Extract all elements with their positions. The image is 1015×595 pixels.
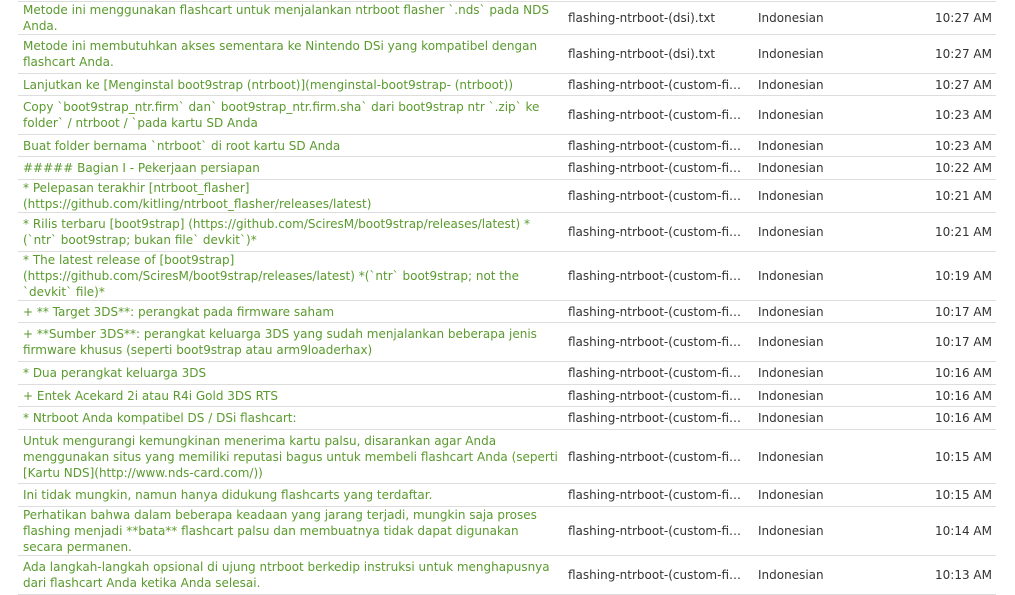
file-name: flashing-ntrboot-(custom-firmwa... bbox=[563, 361, 748, 385]
language-name: Indonesian bbox=[748, 555, 906, 595]
timestamp: 10:13 AM bbox=[906, 555, 996, 595]
table-row[interactable]: * Ntrboot Anda kompatibel DS / DSi flash… bbox=[18, 406, 996, 430]
string-text-link[interactable]: Metode ini membutuhkan akses sementara k… bbox=[18, 34, 563, 74]
string-text-link[interactable]: * The latest release of [boot9strap](htt… bbox=[18, 251, 563, 301]
language-name: Indonesian bbox=[748, 506, 906, 556]
string-text-link[interactable]: Metode ini menggunakan flashcart untuk m… bbox=[18, 1, 563, 35]
timestamp: 10:16 AM bbox=[906, 384, 996, 407]
file-name: flashing-ntrboot-(custom-firmwa... bbox=[563, 251, 748, 301]
language-name: Indonesian bbox=[748, 1, 906, 35]
file-name: flashing-ntrboot-(custom-firmwa... bbox=[563, 322, 748, 362]
file-name: flashing-ntrboot-(dsi).txt bbox=[563, 34, 748, 74]
string-text-link[interactable]: Copy `boot9strap_ntr.firm` dan` boot9str… bbox=[18, 95, 563, 135]
string-text-link[interactable]: ##### Bagian I - Pekerjaan persiapan bbox=[18, 156, 563, 180]
timestamp: 10:27 AM bbox=[906, 73, 996, 96]
language-name: Indonesian bbox=[748, 34, 906, 74]
timestamp: 10:27 AM bbox=[906, 34, 996, 74]
timestamp: 10:14 AM bbox=[906, 506, 996, 556]
language-name: Indonesian bbox=[748, 179, 906, 213]
string-text-link[interactable]: * Dua perangkat keluarga 3DS bbox=[18, 361, 563, 385]
table-row[interactable]: Metode ini menggunakan flashcart untuk m… bbox=[18, 1, 996, 35]
language-name: Indonesian bbox=[748, 95, 906, 135]
file-name: flashing-ntrboot-(custom-firmwa... bbox=[563, 406, 748, 430]
table-row[interactable]: + **Sumber 3DS**: perangkat keluarga 3DS… bbox=[18, 322, 996, 362]
table-row[interactable]: Untuk mengurangi kemungkinan menerima ka… bbox=[18, 429, 996, 484]
language-name: Indonesian bbox=[748, 212, 906, 252]
table-row[interactable]: Copy `boot9strap_ntr.firm` dan` boot9str… bbox=[18, 95, 996, 135]
file-name: flashing-ntrboot-(custom-firmwa... bbox=[563, 134, 748, 157]
activity-table-body: Metode ini menggunakan flashcart untuk m… bbox=[18, 1, 996, 595]
string-text-link[interactable]: + Entek Acekard 2i atau R4i Gold 3DS RTS bbox=[18, 384, 563, 407]
timestamp: 10:17 AM bbox=[906, 300, 996, 323]
file-name: flashing-ntrboot-(custom-firmwa... bbox=[563, 156, 748, 180]
string-text-link[interactable]: Perhatikan bahwa dalam beberapa keadaan … bbox=[18, 506, 563, 556]
language-name: Indonesian bbox=[748, 429, 906, 484]
table-row[interactable]: Lanjutkan ke [Menginstal boot9strap (ntr… bbox=[18, 73, 996, 96]
timestamp: 10:15 AM bbox=[906, 483, 996, 507]
language-name: Indonesian bbox=[748, 156, 906, 180]
language-name: Indonesian bbox=[748, 406, 906, 430]
file-name: flashing-ntrboot-(custom-firmwa... bbox=[563, 506, 748, 556]
language-name: Indonesian bbox=[748, 384, 906, 407]
table-row[interactable]: * Pelepasan terakhir [ntrboot_flasher] (… bbox=[18, 179, 996, 213]
table-row[interactable]: Ada langkah-langkah opsional di ujung nt… bbox=[18, 555, 996, 595]
timestamp: 10:16 AM bbox=[906, 361, 996, 385]
table-row[interactable]: Perhatikan bahwa dalam beberapa keadaan … bbox=[18, 506, 996, 556]
string-text-link[interactable]: * Ntrboot Anda kompatibel DS / DSi flash… bbox=[18, 406, 563, 430]
language-name: Indonesian bbox=[748, 361, 906, 385]
file-name: flashing-ntrboot-(custom-firmwa... bbox=[563, 429, 748, 484]
language-name: Indonesian bbox=[748, 251, 906, 301]
timestamp: 10:27 AM bbox=[906, 1, 996, 35]
string-text-link[interactable]: Ada langkah-langkah opsional di ujung nt… bbox=[18, 555, 563, 595]
table-row[interactable]: Ini tidak mungkin, namun hanya didukung … bbox=[18, 483, 996, 507]
language-name: Indonesian bbox=[748, 73, 906, 96]
file-name: flashing-ntrboot-(custom-firmwa... bbox=[563, 95, 748, 135]
timestamp: 10:21 AM bbox=[906, 212, 996, 252]
file-name: flashing-ntrboot-(dsi).txt bbox=[563, 1, 748, 35]
language-name: Indonesian bbox=[748, 300, 906, 323]
timestamp: 10:19 AM bbox=[906, 251, 996, 301]
string-text-link[interactable]: * Pelepasan terakhir [ntrboot_flasher] (… bbox=[18, 179, 563, 213]
string-text-link[interactable]: Lanjutkan ke [Menginstal boot9strap (ntr… bbox=[18, 73, 563, 96]
table-row[interactable]: + Entek Acekard 2i atau R4i Gold 3DS RTS… bbox=[18, 384, 996, 407]
table-row[interactable]: + ** Target 3DS**: perangkat pada firmwa… bbox=[18, 300, 996, 323]
file-name: flashing-ntrboot-(custom-firmwa... bbox=[563, 212, 748, 252]
string-text-link[interactable]: Ini tidak mungkin, namun hanya didukung … bbox=[18, 483, 563, 507]
string-text-link[interactable]: * Rilis terbaru [boot9strap] (https://gi… bbox=[18, 212, 563, 252]
timestamp: 10:23 AM bbox=[906, 134, 996, 157]
language-name: Indonesian bbox=[748, 134, 906, 157]
timestamp: 10:23 AM bbox=[906, 95, 996, 135]
file-name: flashing-ntrboot-(custom-firmwa... bbox=[563, 300, 748, 323]
table-row[interactable]: ##### Bagian I - Pekerjaan persiapan flas… bbox=[18, 156, 996, 180]
file-name: flashing-ntrboot-(custom-firmwa... bbox=[563, 179, 748, 213]
table-row[interactable]: * Rilis terbaru [boot9strap] (https://gi… bbox=[18, 212, 996, 252]
file-name: flashing-ntrboot-(custom-firmwa... bbox=[563, 384, 748, 407]
language-name: Indonesian bbox=[748, 483, 906, 507]
table-row[interactable]: Metode ini membutuhkan akses sementara k… bbox=[18, 34, 996, 74]
activity-table: Metode ini menggunakan flashcart untuk m… bbox=[18, 1, 996, 595]
table-row[interactable]: * The latest release of [boot9strap](htt… bbox=[18, 251, 996, 301]
timestamp: 10:16 AM bbox=[906, 406, 996, 430]
file-name: flashing-ntrboot-(custom-firmwa... bbox=[563, 483, 748, 507]
string-text-link[interactable]: Untuk mengurangi kemungkinan menerima ka… bbox=[18, 429, 563, 484]
table-row[interactable]: * Dua perangkat keluarga 3DS flashing-ntr… bbox=[18, 361, 996, 385]
file-name: flashing-ntrboot-(custom-firmwa... bbox=[563, 555, 748, 595]
timestamp: 10:15 AM bbox=[906, 429, 996, 484]
string-text-link[interactable]: Buat folder bernama `ntrboot` di root ka… bbox=[18, 134, 563, 157]
language-name: Indonesian bbox=[748, 322, 906, 362]
table-row[interactable]: Buat folder bernama `ntrboot` di root ka… bbox=[18, 134, 996, 157]
string-text-link[interactable]: + ** Target 3DS**: perangkat pada firmwa… bbox=[18, 300, 563, 323]
file-name: flashing-ntrboot-(custom-firmwa... bbox=[563, 73, 748, 96]
timestamp: 10:17 AM bbox=[906, 322, 996, 362]
string-text-link[interactable]: + **Sumber 3DS**: perangkat keluarga 3DS… bbox=[18, 322, 563, 362]
timestamp: 10:21 AM bbox=[906, 179, 996, 213]
timestamp: 10:22 AM bbox=[906, 156, 996, 180]
